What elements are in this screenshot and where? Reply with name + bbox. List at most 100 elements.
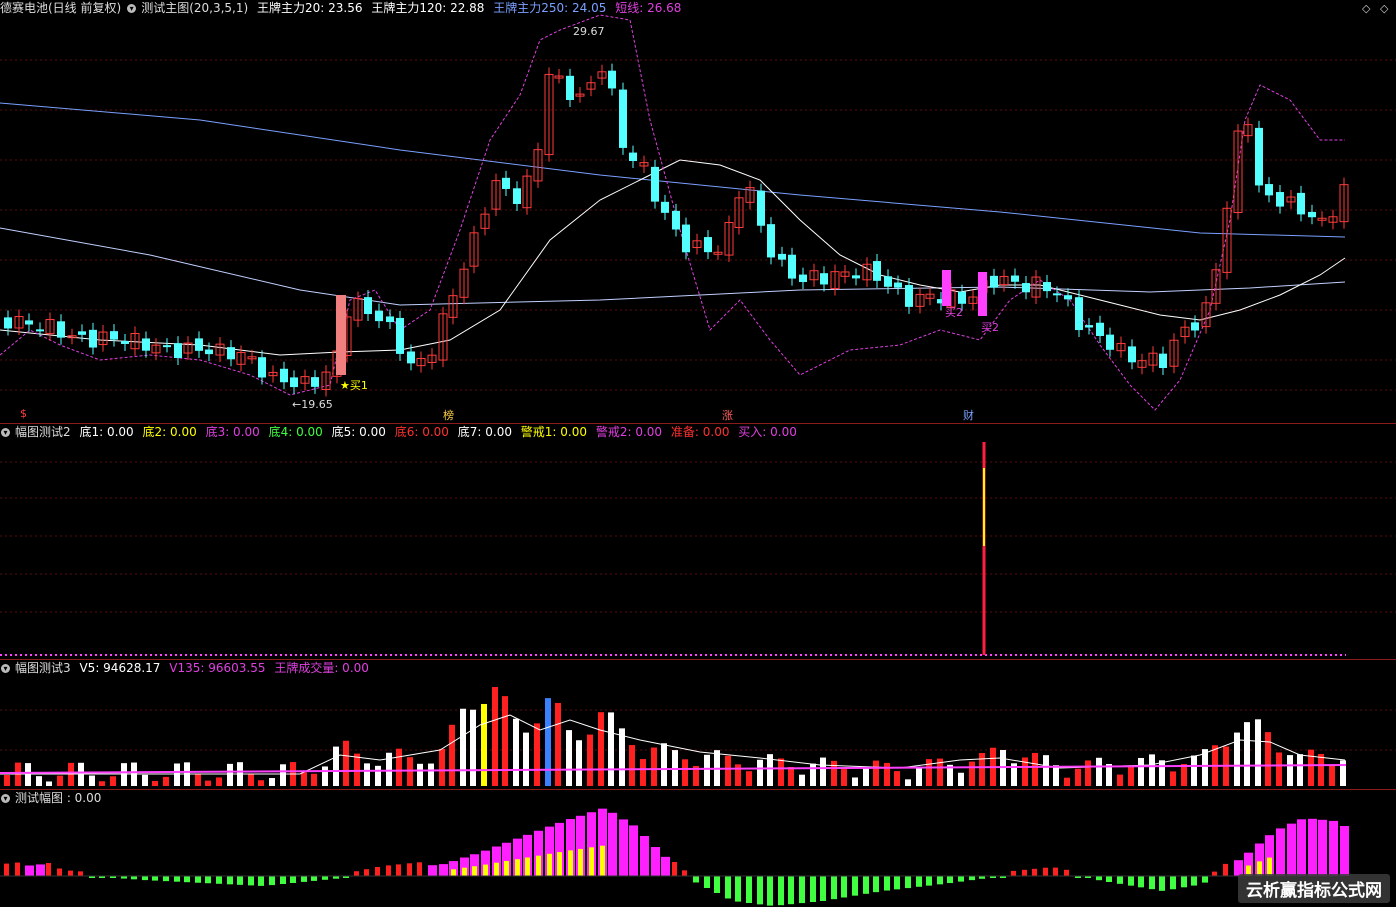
stock-name: 德赛电池(日线 前复权) xyxy=(0,1,122,15)
hist-bar-magenta xyxy=(619,819,628,876)
hist-bar-magenta xyxy=(629,825,638,876)
hist-bar-green xyxy=(788,876,794,905)
sub3-title[interactable]: 测试幅图 : 0.00 xyxy=(15,791,101,805)
settings-circle-icon[interactable]: ▾ xyxy=(127,4,137,13)
candle-body xyxy=(386,316,394,323)
histogram-chart xyxy=(0,808,1349,906)
volume-bar xyxy=(852,777,858,786)
candle-body xyxy=(1159,353,1167,368)
candle-body xyxy=(280,368,288,383)
hist-bar-red xyxy=(417,862,422,876)
volume-bar xyxy=(1053,765,1059,786)
candle-body xyxy=(1265,184,1273,196)
event-tag-dollar[interactable]: $ xyxy=(20,407,27,420)
hist-bar-red xyxy=(375,867,380,876)
volume-bar xyxy=(364,763,370,786)
hist-bar-green xyxy=(863,876,869,894)
volume-bar xyxy=(121,763,127,786)
event-tag-finance[interactable]: 财 xyxy=(963,407,974,423)
candle-body xyxy=(513,188,521,204)
collapse-diamond-icon[interactable]: ◇ xyxy=(1362,2,1370,15)
candle-body xyxy=(364,297,372,315)
highlight-candle xyxy=(336,295,346,375)
candle-body xyxy=(799,274,807,283)
hist-bar-green xyxy=(735,876,741,902)
hist-bar-red xyxy=(396,864,401,876)
hist-bar-green xyxy=(778,876,784,906)
hist-bar-red xyxy=(1212,871,1217,876)
candle-body xyxy=(566,75,574,101)
volume-bar xyxy=(1075,768,1081,786)
volume-bar xyxy=(598,712,604,786)
main-chart-panel[interactable]: 德赛电池(日线 前复权) ▾ 测试主图(20,3,5,1) 王牌主力20: 23.5… xyxy=(0,0,1396,423)
volume-bar xyxy=(343,740,349,786)
hist-bar-green xyxy=(1149,876,1155,890)
volume-bar xyxy=(566,730,572,786)
hist-bar-yellow xyxy=(578,848,583,876)
sub-chart-2-panel[interactable]: ▾ 幅图测试3 V5: 94628.17 V135: 96603.55 王牌成交量… xyxy=(0,660,1396,789)
candle-body xyxy=(1308,211,1316,218)
volume-bar xyxy=(227,763,233,786)
volume-bar xyxy=(884,762,890,786)
volume-bar xyxy=(492,686,498,786)
hist-bar-green xyxy=(258,876,264,886)
sub2-title[interactable]: 幅图测试3 xyxy=(15,661,71,675)
volume-bar xyxy=(682,759,688,786)
volume-bar xyxy=(205,780,211,786)
candle-body xyxy=(502,177,510,189)
hist-bar-green xyxy=(810,876,816,902)
hist-bar-magenta xyxy=(1329,820,1338,876)
hist-bar-yellow xyxy=(547,853,552,876)
hist-bar-magenta xyxy=(1297,819,1306,876)
volume-bar xyxy=(873,760,879,786)
hist-bar-yellow xyxy=(536,855,541,876)
candle-body xyxy=(629,152,637,161)
volume-bar xyxy=(788,766,794,786)
sub-chart-3-panel[interactable]: ▾ 测试幅图 : 0.00 xyxy=(0,790,1396,907)
volume-bar xyxy=(1202,749,1208,786)
sub1-signal-chart xyxy=(0,442,1396,656)
sub1-settings-circle-icon[interactable]: ▾ xyxy=(1,428,10,437)
hist-bar-green xyxy=(1117,876,1123,884)
volume-bar xyxy=(1191,755,1197,786)
sub1-title[interactable]: 幅图测试2 xyxy=(15,425,71,439)
volume-bar xyxy=(894,771,900,786)
volume-bar xyxy=(1255,719,1261,786)
expand-diamond-icon[interactable]: ◇ xyxy=(1380,2,1388,15)
volume-bar xyxy=(89,775,95,786)
volume-bar xyxy=(725,755,731,786)
hist-bar-green xyxy=(799,876,805,904)
volume-chart xyxy=(0,686,1396,786)
volume-bar xyxy=(258,780,264,786)
hist-bar-green xyxy=(958,876,964,882)
candle-body xyxy=(1075,297,1083,331)
hist-bar-magenta xyxy=(651,847,660,876)
event-tag-rise[interactable]: 涨 xyxy=(722,407,733,423)
sub1-item-5: 底6: 0.00 xyxy=(394,425,449,439)
hist-bar-red xyxy=(1053,867,1058,876)
hist-bar-green xyxy=(894,876,900,890)
sub1-item-8: 警戒2: 0.00 xyxy=(595,425,663,439)
hist-bar-magenta xyxy=(1308,818,1317,876)
candle-body xyxy=(57,321,65,338)
hist-bar-green xyxy=(142,876,148,881)
ma20-line xyxy=(0,159,1346,356)
hist-bar-green xyxy=(714,876,720,893)
event-tag-rank[interactable]: 榜 xyxy=(443,407,454,423)
volume-bar xyxy=(280,764,286,786)
volume-bar xyxy=(152,780,158,786)
signal-buy2-b: 买2 xyxy=(981,321,999,334)
hist-bar-red xyxy=(57,868,62,876)
hist-bar-green xyxy=(884,876,890,891)
hist-bar-yellow xyxy=(568,850,573,876)
watermark-logo: 云析赢指标公式网 xyxy=(1238,874,1390,903)
hist-bar-red xyxy=(354,871,359,876)
hist-bar-green xyxy=(1191,876,1197,886)
main-indicator-name[interactable]: 测试主图(20,3,5,1) xyxy=(141,1,248,15)
sub2-settings-circle-icon[interactable]: ▾ xyxy=(1,664,10,673)
highlight-candle xyxy=(978,272,987,316)
sub-chart-1-panel[interactable]: ▾ 幅图测试2 底1: 0.00 底2: 0.00 底3: 0.00 底4: 0.… xyxy=(0,424,1396,659)
volume-bar xyxy=(863,766,869,786)
sub3-settings-circle-icon[interactable]: ▾ xyxy=(1,794,10,803)
legend-ma120: 王牌主力120: 22.88 xyxy=(371,1,485,15)
